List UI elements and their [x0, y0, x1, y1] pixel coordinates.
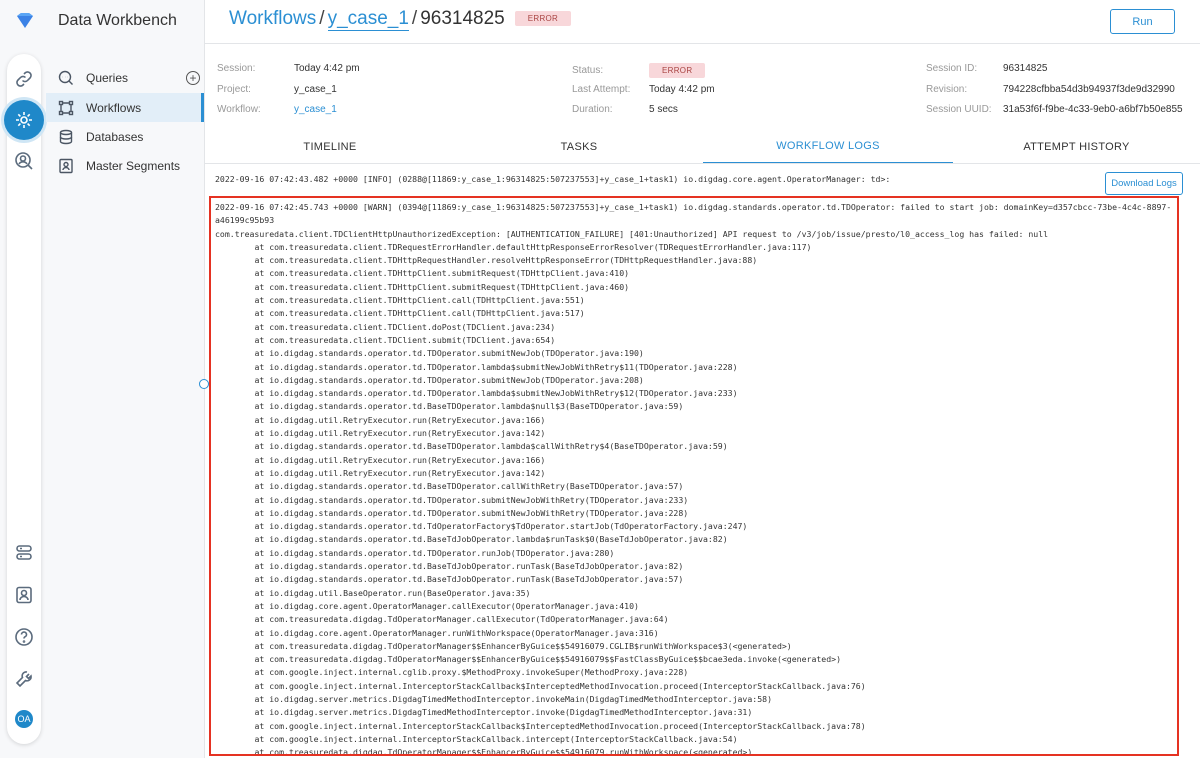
log-line: at io.digdag.util.RetryExecutor.run(Retr… — [215, 454, 546, 465]
layers-icon[interactable] — [7, 536, 41, 570]
log-line: at com.treasuredata.client.TDHttpRequest… — [215, 255, 758, 266]
resize-handle[interactable] — [199, 379, 209, 389]
log-line: at io.digdag.server.metrics.DigdagTimedM… — [215, 693, 773, 704]
help-icon[interactable] — [7, 620, 41, 654]
log-line: at io.digdag.util.RetryExecutor.run(Retr… — [215, 428, 546, 439]
duration-field: Duration: 5 secs — [572, 104, 678, 115]
workflow-field: Workflow: y_case_1 — [217, 104, 337, 115]
log-line: at com.treasuredata.digdag.TdOperatorMan… — [215, 654, 842, 665]
tab-tasks[interactable]: TASKS — [455, 130, 703, 164]
sidebar-item-label: Workflows — [86, 100, 142, 115]
log-line: at com.treasuredata.digdag.TdOperatorMan… — [215, 614, 669, 625]
log-line: 2022-09-16 07:42:43.482 +0000 [INFO] (02… — [215, 174, 891, 184]
log-line: at io.digdag.standards.operator.td.TDOpe… — [215, 348, 644, 359]
log-line: at io.digdag.standards.operator.td.BaseT… — [215, 561, 684, 572]
tab-workflow-logs[interactable]: WORKFLOW LOGS — [703, 130, 953, 164]
last-attempt-field: Last Attempt: Today 4:42 pm — [572, 84, 715, 95]
add-query-button[interactable]: + — [186, 71, 200, 85]
log-line: at io.digdag.standards.operator.td.TdOpe… — [215, 521, 748, 532]
log-line: at io.digdag.standards.operator.td.TDOpe… — [215, 507, 689, 518]
breadcrumb-separator: / — [411, 8, 418, 29]
workflow-gear-icon[interactable] — [4, 100, 44, 140]
log-line: at com.treasuredata.client.TDHttpClient.… — [215, 308, 585, 319]
sidebar-item-databases[interactable]: Databases — [46, 122, 204, 151]
status-badge: ERROR — [649, 63, 706, 78]
session-uuid-field: Session UUID: 31a53f6f-f9be-4c33-9eb0-a6b… — [926, 104, 1183, 115]
log-line: 2022-09-16 07:42:45.743 +0000 [WARN] (03… — [215, 202, 1172, 226]
brand-logo-icon[interactable] — [15, 12, 35, 30]
session-id-field: Session ID: 96314825 — [926, 63, 1048, 74]
log-line: at com.google.inject.internal.cglib.prox… — [215, 667, 689, 678]
workflow-icon — [57, 99, 75, 117]
breadcrumb-separator: / — [319, 8, 325, 29]
log-line: at io.digdag.standards.operator.td.TDOpe… — [215, 361, 738, 372]
project-field: Project: y_case_1 — [217, 84, 337, 95]
breadcrumb-project-link[interactable]: y_case_1 — [327, 8, 409, 31]
session-field: Session: Today 4:42 pm — [217, 63, 360, 74]
tab-timeline[interactable]: TIMELINE — [205, 130, 455, 164]
log-line: at io.digdag.standards.operator.td.BaseT… — [215, 481, 684, 492]
log-line: at com.google.inject.internal.Intercepto… — [215, 680, 866, 691]
workflow-link[interactable]: y_case_1 — [294, 104, 337, 115]
sidebar-item-label: Master Segments — [86, 158, 181, 173]
log-output[interactable]: 2022-09-16 07:42:45.743 +0000 [WARN] (03… — [209, 196, 1179, 756]
status-badge: ERROR — [514, 11, 572, 26]
download-logs-button[interactable]: Download Logs — [1105, 172, 1183, 195]
page-title: 96314825 — [420, 8, 505, 29]
log-line: at io.digdag.standards.operator.td.TDOpe… — [215, 374, 644, 385]
sidebar-item-workflows[interactable]: Workflows — [46, 93, 204, 122]
log-line: at com.treasuredata.client.TDHttpClient.… — [215, 281, 630, 292]
breadcrumb: Workflows / y_case_1 / 96314825 ERROR — [229, 8, 572, 31]
status-field: Status: ERROR — [572, 63, 706, 78]
log-line: at com.treasuredata.digdag.TdOperatorMan… — [215, 640, 792, 651]
log-line: at io.digdag.server.metrics.DigdagTimedM… — [215, 707, 753, 718]
log-line: at io.digdag.standards.operator.td.BaseT… — [215, 574, 684, 585]
divider — [205, 43, 1200, 44]
log-line: at com.google.inject.internal.Intercepto… — [215, 720, 866, 731]
log-line: at io.digdag.util.RetryExecutor.run(Retr… — [215, 414, 546, 425]
profile-icon[interactable] — [7, 578, 41, 612]
link-icon[interactable] — [7, 62, 41, 96]
log-line: at io.digdag.core.agent.OperatorManager.… — [215, 627, 659, 638]
log-line: at io.digdag.core.agent.OperatorManager.… — [215, 600, 639, 611]
log-line: at io.digdag.util.BaseOperator.run(BaseO… — [215, 587, 531, 598]
icon-rail: OA — [7, 54, 41, 744]
sidebar-item-queries[interactable]: Queries — [46, 63, 204, 92]
wrench-icon[interactable] — [7, 662, 41, 696]
audience-search-icon[interactable] — [7, 144, 41, 178]
divider — [205, 163, 1200, 164]
log-line: at io.digdag.standards.operator.td.TDOpe… — [215, 494, 689, 505]
sidebar-item-label: Databases — [86, 129, 144, 144]
log-line: at com.treasuredata.client.TDClient.doPo… — [215, 321, 556, 332]
log-line: at io.digdag.util.RetryExecutor.run(Retr… — [215, 467, 546, 478]
tab-attempt-history[interactable]: ATTEMPT HISTORY — [953, 130, 1200, 164]
app-title: Data Workbench — [58, 12, 177, 29]
log-line: com.treasuredata.client.TDClientHttpUnau… — [215, 228, 1049, 239]
query-icon — [57, 69, 75, 87]
log-line: at com.treasuredata.client.TDClient.subm… — [215, 334, 556, 345]
log-line: at io.digdag.standards.operator.td.TDOpe… — [215, 547, 615, 558]
avatar[interactable]: OA — [15, 710, 33, 728]
log-line: at com.treasuredata.client.TDHttpClient.… — [215, 295, 585, 306]
revision-field: Revision: 794228cfbba54d3b94937f3de9d3299… — [926, 84, 1175, 95]
log-line: at com.treasuredata.digdag.TdOperatorMan… — [215, 747, 753, 756]
log-line: at com.treasuredata.client.TDRequestErro… — [215, 241, 812, 252]
database-icon — [57, 128, 75, 146]
log-line: at io.digdag.standards.operator.td.BaseT… — [215, 441, 728, 452]
log-line: at io.digdag.standards.operator.td.BaseT… — [215, 534, 728, 545]
log-line: at com.treasuredata.client.TDHttpClient.… — [215, 268, 630, 279]
segment-icon — [57, 157, 75, 175]
sidebar-item-master-segments[interactable]: Master Segments — [46, 151, 204, 180]
log-line: at com.google.inject.internal.Intercepto… — [215, 733, 738, 744]
log-line: at io.digdag.standards.operator.td.TDOpe… — [215, 388, 738, 399]
breadcrumb-workflows-link[interactable]: Workflows — [229, 8, 316, 30]
log-line: at io.digdag.standards.operator.td.BaseT… — [215, 401, 684, 412]
sidebar-item-label: Queries — [86, 70, 129, 85]
run-button[interactable]: Run — [1110, 9, 1175, 34]
